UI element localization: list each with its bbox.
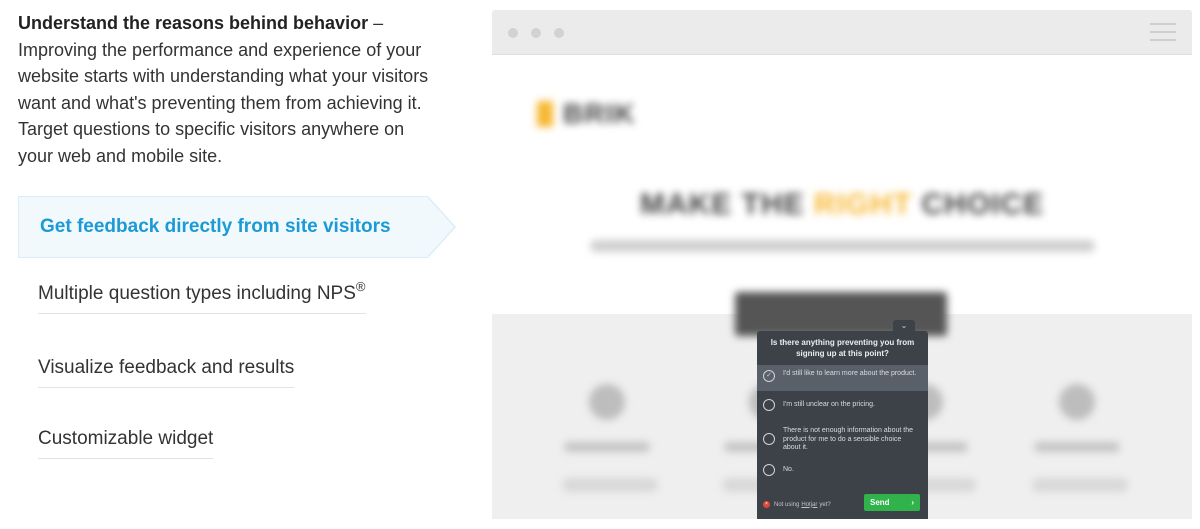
option-label: I'd still like to learn more about the p… — [783, 370, 917, 377]
option-label: I'm still unclear on the pricing. — [783, 401, 875, 408]
tab-label: Multiple question types including NPS — [38, 283, 356, 304]
site-subline — [590, 240, 1095, 252]
intro-paragraph: Understand the reasons behind behavior –… — [18, 10, 438, 169]
radio-button — [763, 433, 775, 445]
send-button[interactable]: Send › — [864, 494, 920, 511]
widget-footer-note: × Not using Hotjar yet? — [763, 501, 831, 508]
registered-mark: ® — [355, 279, 366, 294]
footer-prefix: Not using — [774, 501, 800, 508]
tab-label: Visualize feedback and results — [38, 357, 295, 378]
widget-question: Is there anything preventing you from si… — [770, 338, 915, 358]
chevron-right-icon: › — [911, 498, 914, 507]
intro-dash: – — [368, 13, 384, 33]
option-label: There is not enough information about th… — [783, 427, 913, 451]
send-label: Send — [870, 498, 890, 507]
site-headline: MAKE THE RIGHT CHOICE — [639, 188, 1045, 221]
intro-body: Improving the performance and experience… — [18, 39, 429, 166]
feedback-widget: Is there anything preventing you from si… — [757, 331, 928, 519]
intro-title: Understand the reasons behind behavior — [18, 13, 369, 33]
site-cta-button — [735, 292, 947, 336]
option-label: No. — [783, 466, 794, 473]
tab-label: Customizable widget — [38, 428, 214, 449]
radio-button — [763, 399, 775, 411]
hamburger-menu-icon — [1150, 23, 1176, 41]
radio-button — [763, 464, 775, 476]
window-dot-icon — [554, 28, 564, 38]
window-dot-icon — [531, 28, 541, 38]
close-icon: × — [763, 501, 770, 508]
check-icon: ✓ — [763, 370, 775, 382]
widget-option[interactable]: ✓ I'd still like to learn more about the… — [757, 365, 928, 391]
widget-option[interactable]: No. — [757, 464, 928, 476]
widget-option[interactable]: I'm still unclear on the pricing. — [757, 399, 928, 411]
footer-brand-link[interactable]: Hotjar — [801, 502, 817, 508]
browser-titlebar — [492, 10, 1192, 55]
widget-option[interactable]: There is not enough information about th… — [757, 427, 928, 453]
tab-label: Get feedback directly from site visitors — [40, 216, 391, 237]
tab-visualize[interactable]: Visualize feedback and results — [38, 357, 295, 388]
tab-customizable-widget[interactable]: Customizable widget — [38, 428, 214, 459]
tab-get-feedback[interactable]: Get feedback directly from site visitors — [18, 196, 456, 258]
footer-suffix: yet? — [819, 501, 831, 508]
active-tab-arrow — [427, 196, 456, 258]
site-logo: BRIK — [537, 98, 635, 130]
window-dot-icon — [508, 28, 518, 38]
tab-question-types[interactable]: Multiple question types including NPS® — [38, 279, 366, 314]
